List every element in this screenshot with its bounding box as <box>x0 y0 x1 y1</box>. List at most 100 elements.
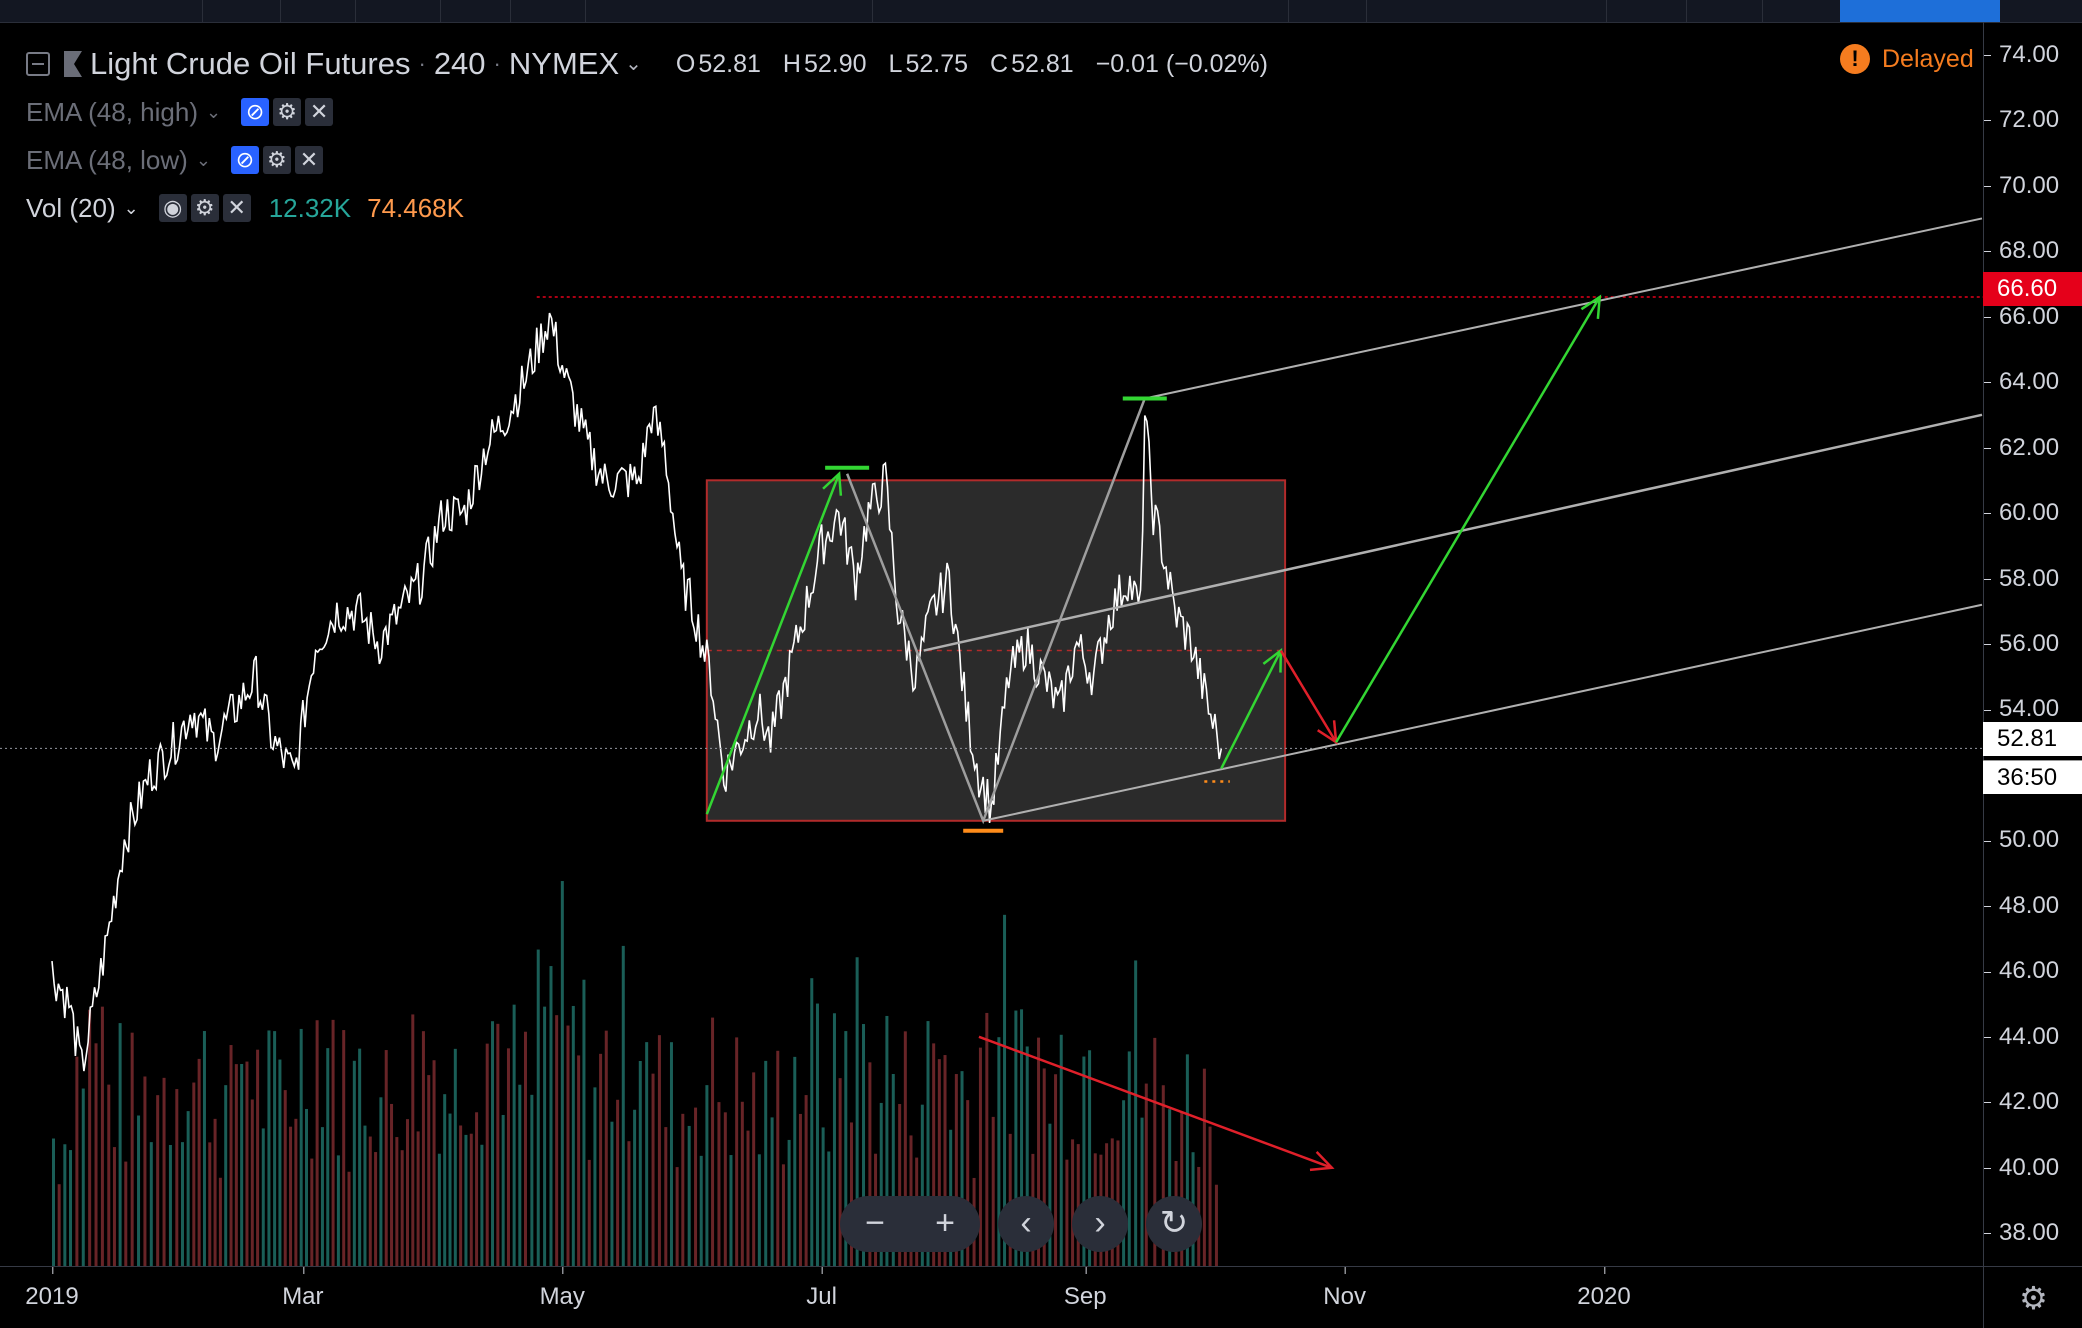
indicator-name[interactable]: EMA (48, low) <box>26 140 188 180</box>
time-tick: May <box>539 1267 585 1310</box>
volume-bar <box>427 1075 431 1266</box>
volume-bar <box>400 1150 404 1266</box>
volume-bar <box>453 1048 457 1266</box>
volume-bar <box>416 1131 420 1266</box>
indicator-name[interactable]: Vol (20) <box>26 188 116 228</box>
volume-bar <box>405 1119 409 1266</box>
volume-bar <box>604 1030 608 1266</box>
volume-bar <box>149 1142 153 1266</box>
price-tick: 70.00 <box>1984 172 2082 200</box>
scroll-right-button[interactable]: › <box>1072 1196 1128 1252</box>
volume-bar <box>549 966 553 1266</box>
volume-bar <box>496 1023 500 1266</box>
volume-bar <box>234 1064 238 1266</box>
volume-bar <box>781 1164 785 1266</box>
separator-dot: · <box>493 51 501 76</box>
volume-bar <box>657 1035 661 1266</box>
indicator-row-volume[interactable]: Vol (20) ⌄ ◉ ⚙ ✕ 12.32K 74.468K <box>26 184 1290 232</box>
volume-bar <box>180 1142 184 1266</box>
collapse-legend-icon[interactable] <box>26 52 50 76</box>
eye-icon[interactable]: ◉ <box>158 194 187 222</box>
volume-bar <box>310 1158 314 1266</box>
volume-bar <box>57 1184 61 1266</box>
interval-label[interactable]: 240 <box>434 44 486 84</box>
volume-bar <box>94 1043 98 1266</box>
volume-bar <box>162 1077 166 1266</box>
volume-bar <box>740 1101 744 1266</box>
chevron-down-icon[interactable]: ⌄ <box>124 188 139 228</box>
volume-bar <box>69 1150 73 1266</box>
volume-bar <box>723 1112 727 1266</box>
time-tick: Mar <box>282 1267 324 1310</box>
price-tick: 60.00 <box>1984 499 2082 527</box>
last-price-label: 52.81 <box>1983 722 2082 756</box>
volume-bar <box>63 1144 67 1266</box>
volume-bar <box>229 1045 233 1266</box>
indicator-row-ema-low[interactable]: EMA (48, low) ⌄ ⊘ ⚙ ✕ <box>26 136 1290 184</box>
chart-window: Light Crude Oil Futures · 240 · NYMEX ⌄ … <box>0 0 2082 1328</box>
hide-icon[interactable]: ⊘ <box>230 146 259 174</box>
volume-bar <box>390 1103 394 1266</box>
volume-bar <box>240 1063 244 1266</box>
volume-bar <box>491 1021 495 1266</box>
scroll-left-button[interactable]: ‹ <box>998 1196 1054 1252</box>
settings-gear-icon[interactable]: ⚙ <box>1983 1266 2082 1328</box>
low-value: 52.75 <box>905 50 968 78</box>
volume-bar <box>555 1015 559 1266</box>
chevron-down-icon[interactable]: ⌄ <box>625 44 642 84</box>
volume-bar <box>358 1048 362 1266</box>
volume-bar <box>411 1014 415 1266</box>
volume-bar <box>299 1028 303 1266</box>
indicator-row-ema-high[interactable]: EMA (48, high) ⌄ ⊘ ⚙ ✕ <box>26 88 1290 136</box>
volume-bar <box>506 1048 510 1266</box>
indicator-name[interactable]: EMA (48, high) <box>26 92 198 132</box>
volume-bar <box>278 1059 282 1266</box>
volume-bar <box>352 1060 356 1266</box>
volume-bar <box>202 1031 206 1266</box>
volume-bar <box>304 1108 308 1266</box>
time-axis[interactable]: 2019 Mar May Jul Sep Nov 2020 <box>0 1266 1983 1328</box>
flag-icon[interactable] <box>64 51 82 77</box>
volume-bar <box>485 1043 489 1266</box>
exchange-label: NYMEX <box>508 46 620 81</box>
chevron-down-icon[interactable]: ⌄ <box>196 140 211 180</box>
alert-icon: ! <box>1840 44 1870 74</box>
chevron-down-icon[interactable]: ⌄ <box>206 92 221 132</box>
volume-bar <box>273 1031 277 1266</box>
volume-bar <box>627 1141 631 1266</box>
volume-bar <box>336 1155 340 1266</box>
volume-bar <box>250 1099 254 1266</box>
price-tick: 58.00 <box>1984 565 2082 593</box>
volume-bar <box>746 1130 750 1266</box>
volume-bar <box>208 1142 212 1266</box>
volume-bar <box>757 1154 761 1266</box>
volume-bar <box>821 1127 825 1266</box>
volume-bar <box>379 1097 383 1266</box>
volume-bar <box>118 1023 122 1266</box>
zoom-in-button[interactable]: + <box>910 1196 980 1252</box>
close-icon[interactable]: ✕ <box>294 146 323 174</box>
close-icon[interactable]: ✕ <box>305 98 334 126</box>
hide-icon[interactable]: ⊘ <box>241 98 270 126</box>
volume-bar <box>827 1151 831 1266</box>
delayed-badge[interactable]: ! Delayed <box>1840 44 1974 74</box>
volume-bar <box>124 1161 128 1266</box>
volume-bar <box>793 1056 797 1266</box>
reset-chart-button[interactable]: ↻ <box>1146 1196 1202 1252</box>
close-icon[interactable]: ✕ <box>222 194 251 222</box>
volume-bar <box>675 1167 679 1266</box>
price-axis[interactable]: 74.00 72.00 70.00 68.00 66.00 64.00 62.00 60.00… <box>1983 22 2082 1268</box>
volume-bar <box>571 1005 575 1266</box>
symbol-name[interactable]: Light Crude Oil Futures <box>90 44 410 84</box>
volume-bar <box>267 1030 271 1266</box>
zoom-out-button[interactable]: − <box>840 1196 910 1252</box>
volume-bar <box>543 1006 547 1266</box>
price-tick: 46.00 <box>1984 957 2082 985</box>
gear-icon[interactable]: ⚙ <box>190 194 219 222</box>
volume-bar <box>764 1060 768 1266</box>
gear-icon[interactable]: ⚙ <box>262 146 291 174</box>
volume-bar <box>804 1095 808 1266</box>
volume-bar <box>107 1084 111 1266</box>
gear-icon[interactable]: ⚙ <box>273 98 302 126</box>
volume-bar <box>621 945 625 1266</box>
